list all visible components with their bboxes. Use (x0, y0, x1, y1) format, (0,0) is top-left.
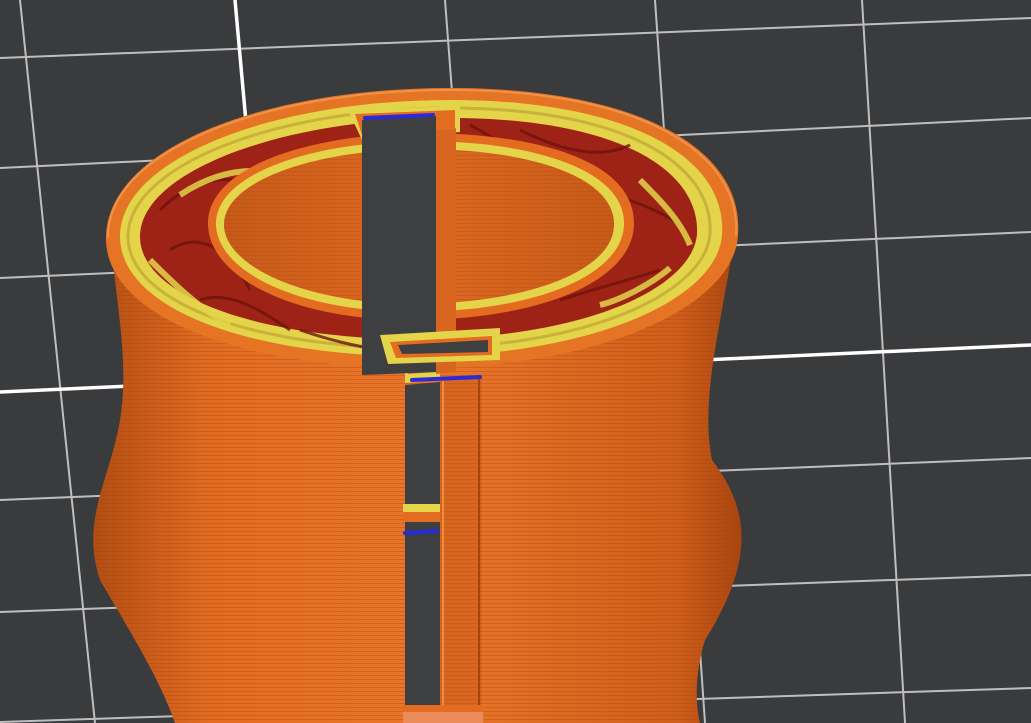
3d-preview-viewport[interactable] (0, 0, 1031, 723)
preview-canvas[interactable] (0, 0, 1031, 723)
slot-gap (403, 377, 483, 723)
